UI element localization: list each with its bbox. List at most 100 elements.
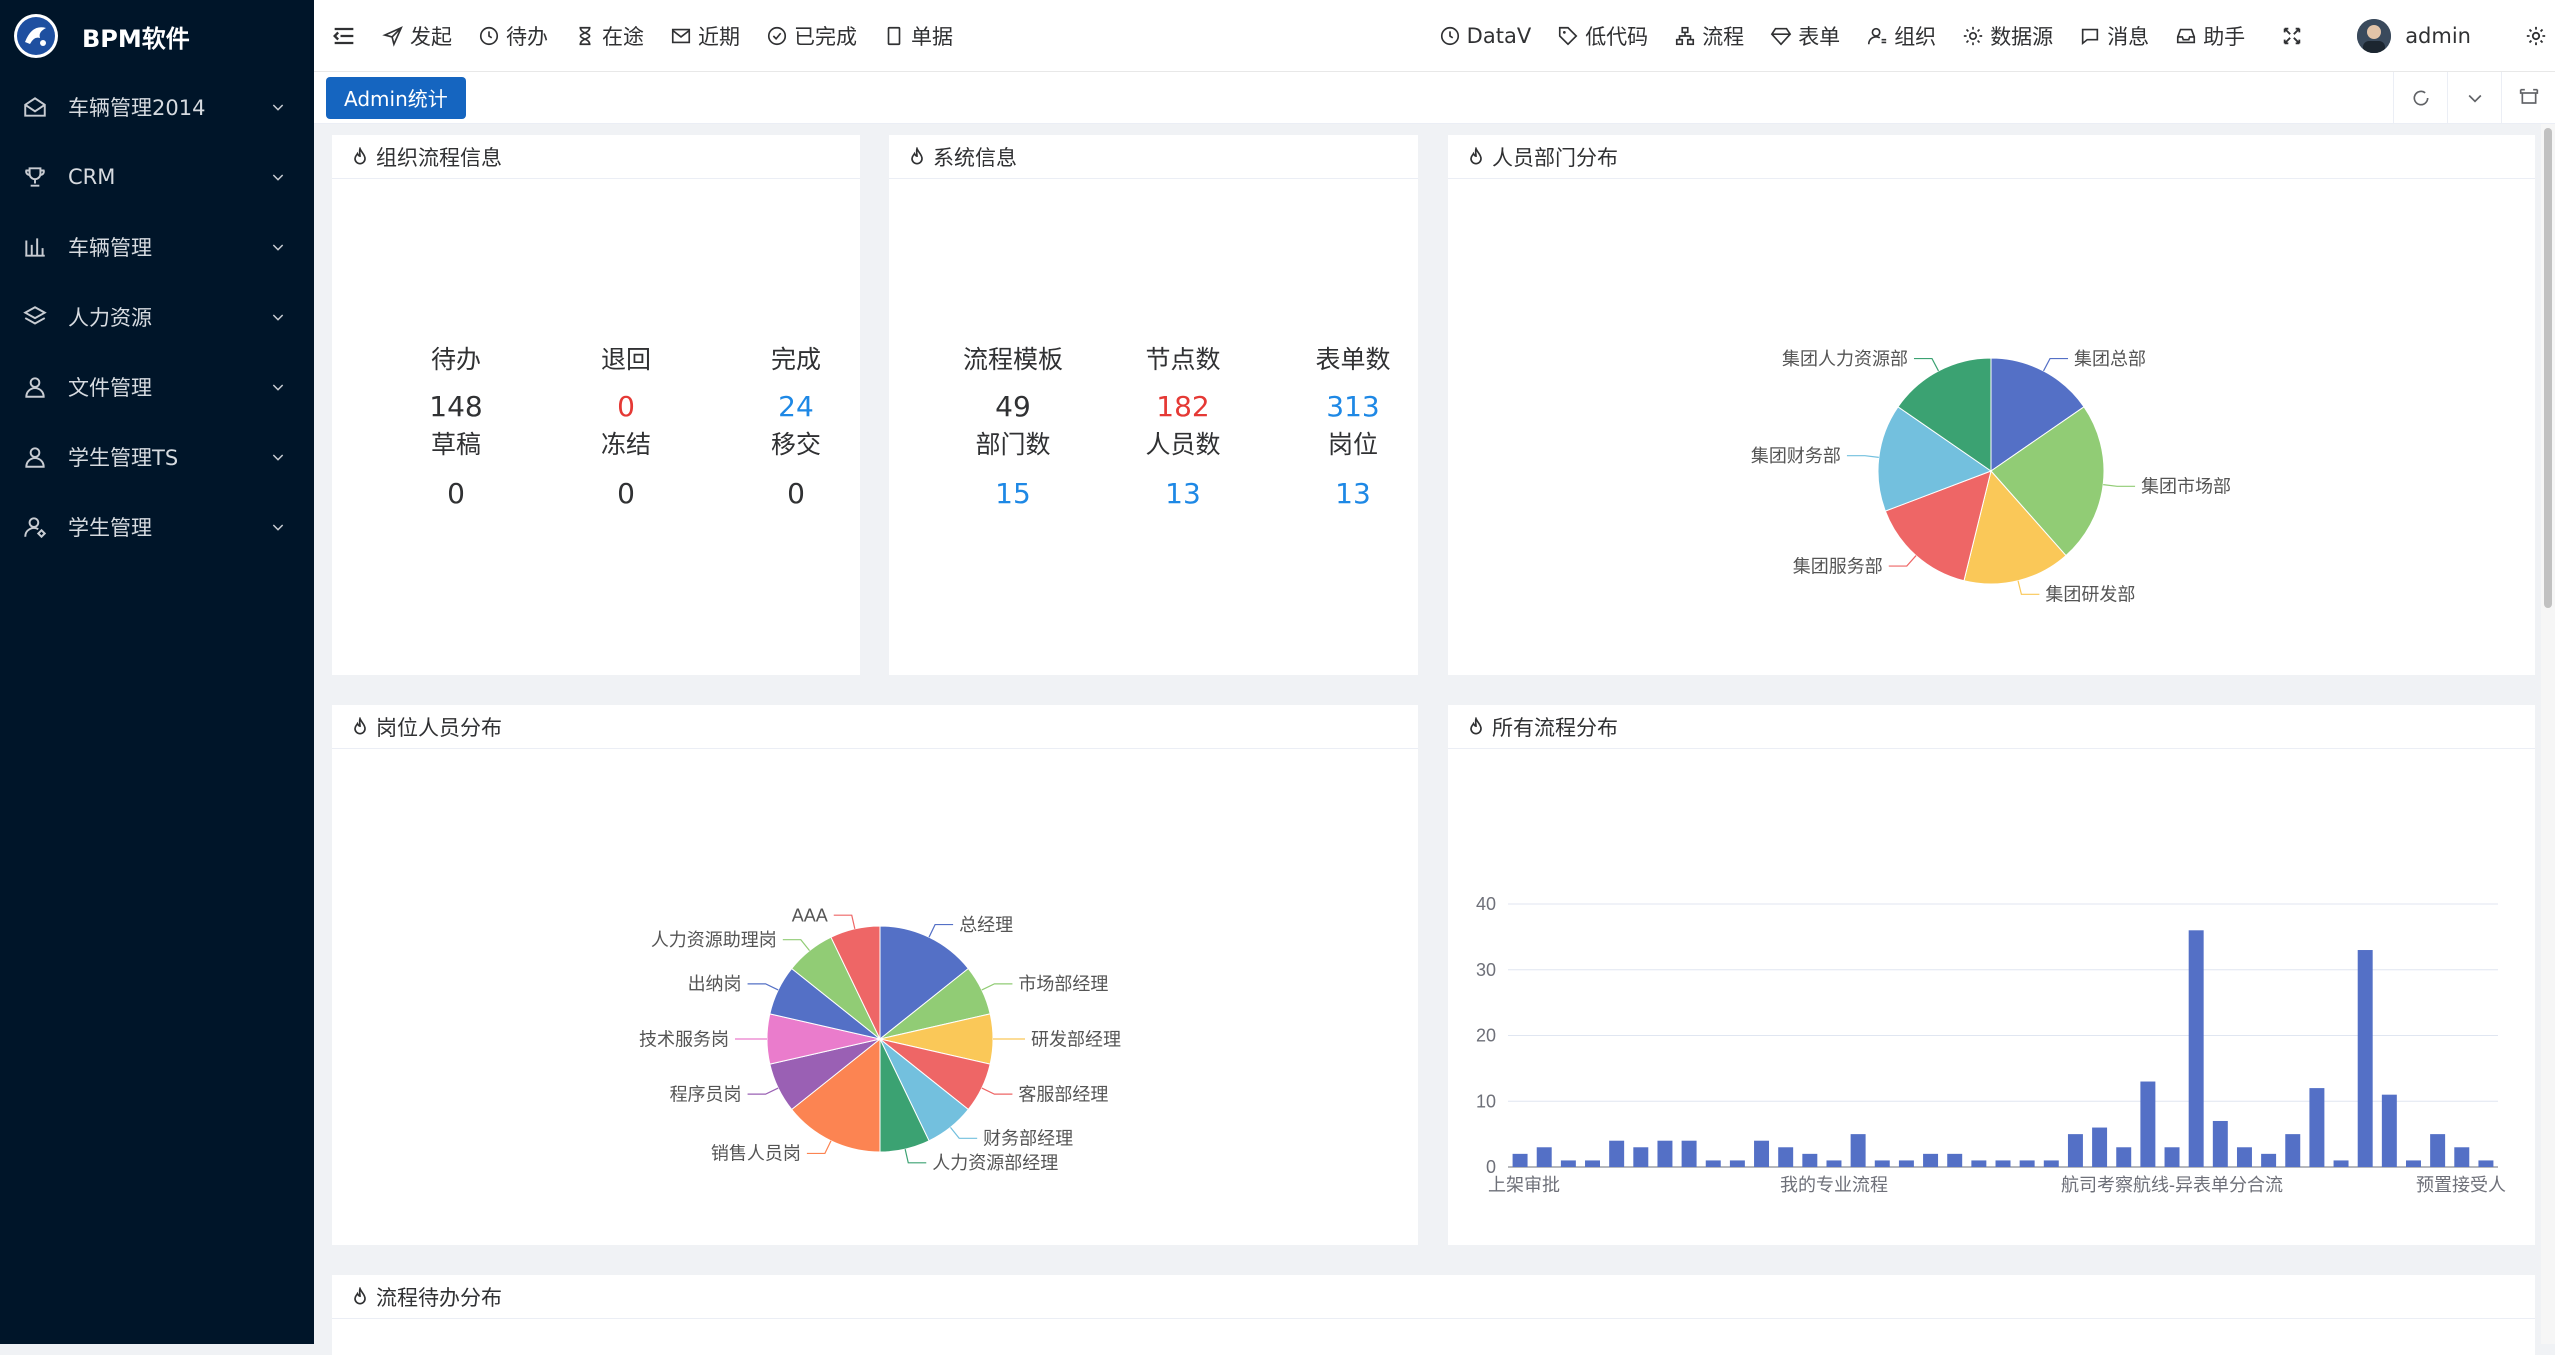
nav-right-7[interactable]: 助手 <box>2175 21 2245 51</box>
pie-label: AAA <box>792 905 828 925</box>
nav-right-5[interactable]: 数据源 <box>1962 21 2053 51</box>
bar[interactable] <box>1923 1153 1939 1167</box>
bar[interactable] <box>1681 1140 1697 1167</box>
sidebar-item-0[interactable]: 车辆管理2014 <box>0 72 314 142</box>
sidebar-item-label: 学生管理TS <box>68 446 179 470</box>
nav-right-6[interactable]: 消息 <box>2079 21 2149 51</box>
app-title: BPM软件 <box>82 24 190 53</box>
stat-value[interactable]: 0 <box>696 477 896 510</box>
bar[interactable] <box>2164 1147 2180 1167</box>
nav-label: 待办 <box>506 24 548 49</box>
sidebar-item-1[interactable]: CRM <box>0 142 314 212</box>
bar[interactable] <box>1898 1160 1914 1167</box>
mail-open-icon <box>24 97 46 117</box>
bar[interactable] <box>2357 950 2373 1167</box>
bar[interactable] <box>1512 1153 1528 1167</box>
sidebar-item-5[interactable]: 学生管理TS <box>0 422 314 492</box>
nav-left-0[interactable]: 发起 <box>382 21 452 51</box>
bar[interactable] <box>2116 1147 2132 1167</box>
bar[interactable] <box>1778 1147 1794 1167</box>
nav-label: 流程 <box>1702 24 1745 49</box>
avatar[interactable] <box>2357 18 2392 53</box>
bar[interactable] <box>1802 1153 1818 1167</box>
bar[interactable] <box>1585 1160 1600 1167</box>
logo[interactable]: BPM软件 <box>0 0 314 72</box>
bar[interactable] <box>1754 1140 1770 1167</box>
nav-left-1[interactable]: 待办 <box>478 21 548 51</box>
org-user-icon <box>1868 27 1887 44</box>
gear-icon[interactable] <box>2525 25 2547 47</box>
nav-right-1[interactable]: 低代码 <box>1557 21 1648 51</box>
chevron-down-icon <box>272 104 284 111</box>
stat-value[interactable]: 313 <box>1253 390 1453 423</box>
nav-left-4[interactable]: 已完成 <box>766 21 857 51</box>
nav-left-2[interactable]: 在途 <box>574 21 644 51</box>
nav-right-3[interactable]: 表单 <box>1770 21 1840 51</box>
bar[interactable] <box>1971 1160 1987 1167</box>
bar[interactable] <box>1995 1160 2011 1167</box>
bar[interactable] <box>2067 1134 2083 1167</box>
bar[interactable] <box>1560 1160 1576 1167</box>
sidebar-item-3[interactable]: 人力资源 <box>0 282 314 352</box>
bar[interactable] <box>2454 1147 2470 1167</box>
bar[interactable] <box>2261 1153 2277 1167</box>
bar[interactable] <box>2381 1094 2397 1167</box>
page-scrollbar[interactable] <box>2541 124 2555 1344</box>
bar[interactable] <box>2140 1081 2156 1167</box>
flame-icon <box>354 146 366 164</box>
bar[interactable] <box>1536 1147 1552 1167</box>
bar[interactable] <box>2285 1134 2301 1167</box>
bar[interactable] <box>1947 1153 1963 1167</box>
bar[interactable] <box>2043 1160 2059 1167</box>
nav-right-2[interactable]: 流程 <box>1674 21 1744 51</box>
bar[interactable] <box>1705 1160 1721 1167</box>
bar[interactable] <box>1657 1140 1673 1167</box>
nav-left-3[interactable]: 近期 <box>670 21 740 51</box>
nav-right-4[interactable]: 组织 <box>1866 21 1936 51</box>
sidebar-item-2[interactable]: 车辆管理 <box>0 212 314 282</box>
bar[interactable] <box>1826 1160 1842 1167</box>
card-title: 组织流程信息 <box>376 145 502 170</box>
bar[interactable] <box>2092 1127 2108 1167</box>
stat-value[interactable]: 13 <box>1253 477 1453 510</box>
pie-label: 市场部经理 <box>1018 974 1108 994</box>
pie-label: 出纳岗 <box>688 974 742 994</box>
card-all-flow: 所有流程分布 0 10 20 30 40 上架审批 我的专业流程 航司考察航线-异表单分合流 预… <box>1448 705 2535 1245</box>
stat-value[interactable]: 24 <box>696 390 896 423</box>
bar[interactable] <box>2478 1160 2494 1167</box>
pie-label: 人力资源部经理 <box>932 1153 1058 1173</box>
pie-label-line <box>747 1087 779 1095</box>
menu-collapse-icon[interactable] <box>330 22 358 50</box>
flow-bar-chart: 0 10 20 30 40 上架审批 我的专业流程 航司考察航线-异表单分合流 预置接受人 <box>1476 894 2506 1195</box>
inbox-icon <box>2177 28 2196 43</box>
bar[interactable] <box>2188 930 2204 1167</box>
nav-right-0[interactable]: DataV <box>1439 24 1531 48</box>
flame-icon <box>354 1286 366 1304</box>
sidebar-item-label: 人力资源 <box>68 306 152 330</box>
nav-left-5[interactable]: 单据 <box>883 21 953 51</box>
bar[interactable] <box>2236 1147 2252 1167</box>
bar[interactable] <box>1633 1147 1649 1167</box>
refresh-icon[interactable] <box>2393 72 2447 124</box>
bar[interactable] <box>1850 1134 1866 1167</box>
bar[interactable] <box>2406 1160 2421 1167</box>
pie-label: 集团总部 <box>2074 349 2146 369</box>
bar[interactable] <box>2309 1088 2325 1167</box>
maximize-icon[interactable] <box>2501 72 2555 124</box>
sidebar-item-4[interactable]: 文件管理 <box>0 352 314 422</box>
chevron-down-icon[interactable] <box>2447 72 2501 124</box>
bar[interactable] <box>2019 1160 2035 1167</box>
bar[interactable] <box>2333 1160 2349 1167</box>
bar[interactable] <box>2430 1134 2446 1167</box>
bar[interactable] <box>1874 1160 1890 1167</box>
sidebar-item-label: CRM <box>68 165 116 189</box>
sidebar-item-6[interactable]: 学生管理 <box>0 492 314 562</box>
username[interactable]: admin <box>2405 24 2471 48</box>
bar[interactable] <box>1609 1140 1625 1167</box>
pie-label-line <box>2103 484 2136 487</box>
tab-admin-stats[interactable]: Admin统计 <box>326 76 466 119</box>
bar[interactable] <box>1729 1160 1745 1167</box>
bar[interactable] <box>2212 1120 2228 1167</box>
nav-label: 消息 <box>2107 24 2150 49</box>
fullscreen-icon[interactable] <box>2281 25 2303 47</box>
